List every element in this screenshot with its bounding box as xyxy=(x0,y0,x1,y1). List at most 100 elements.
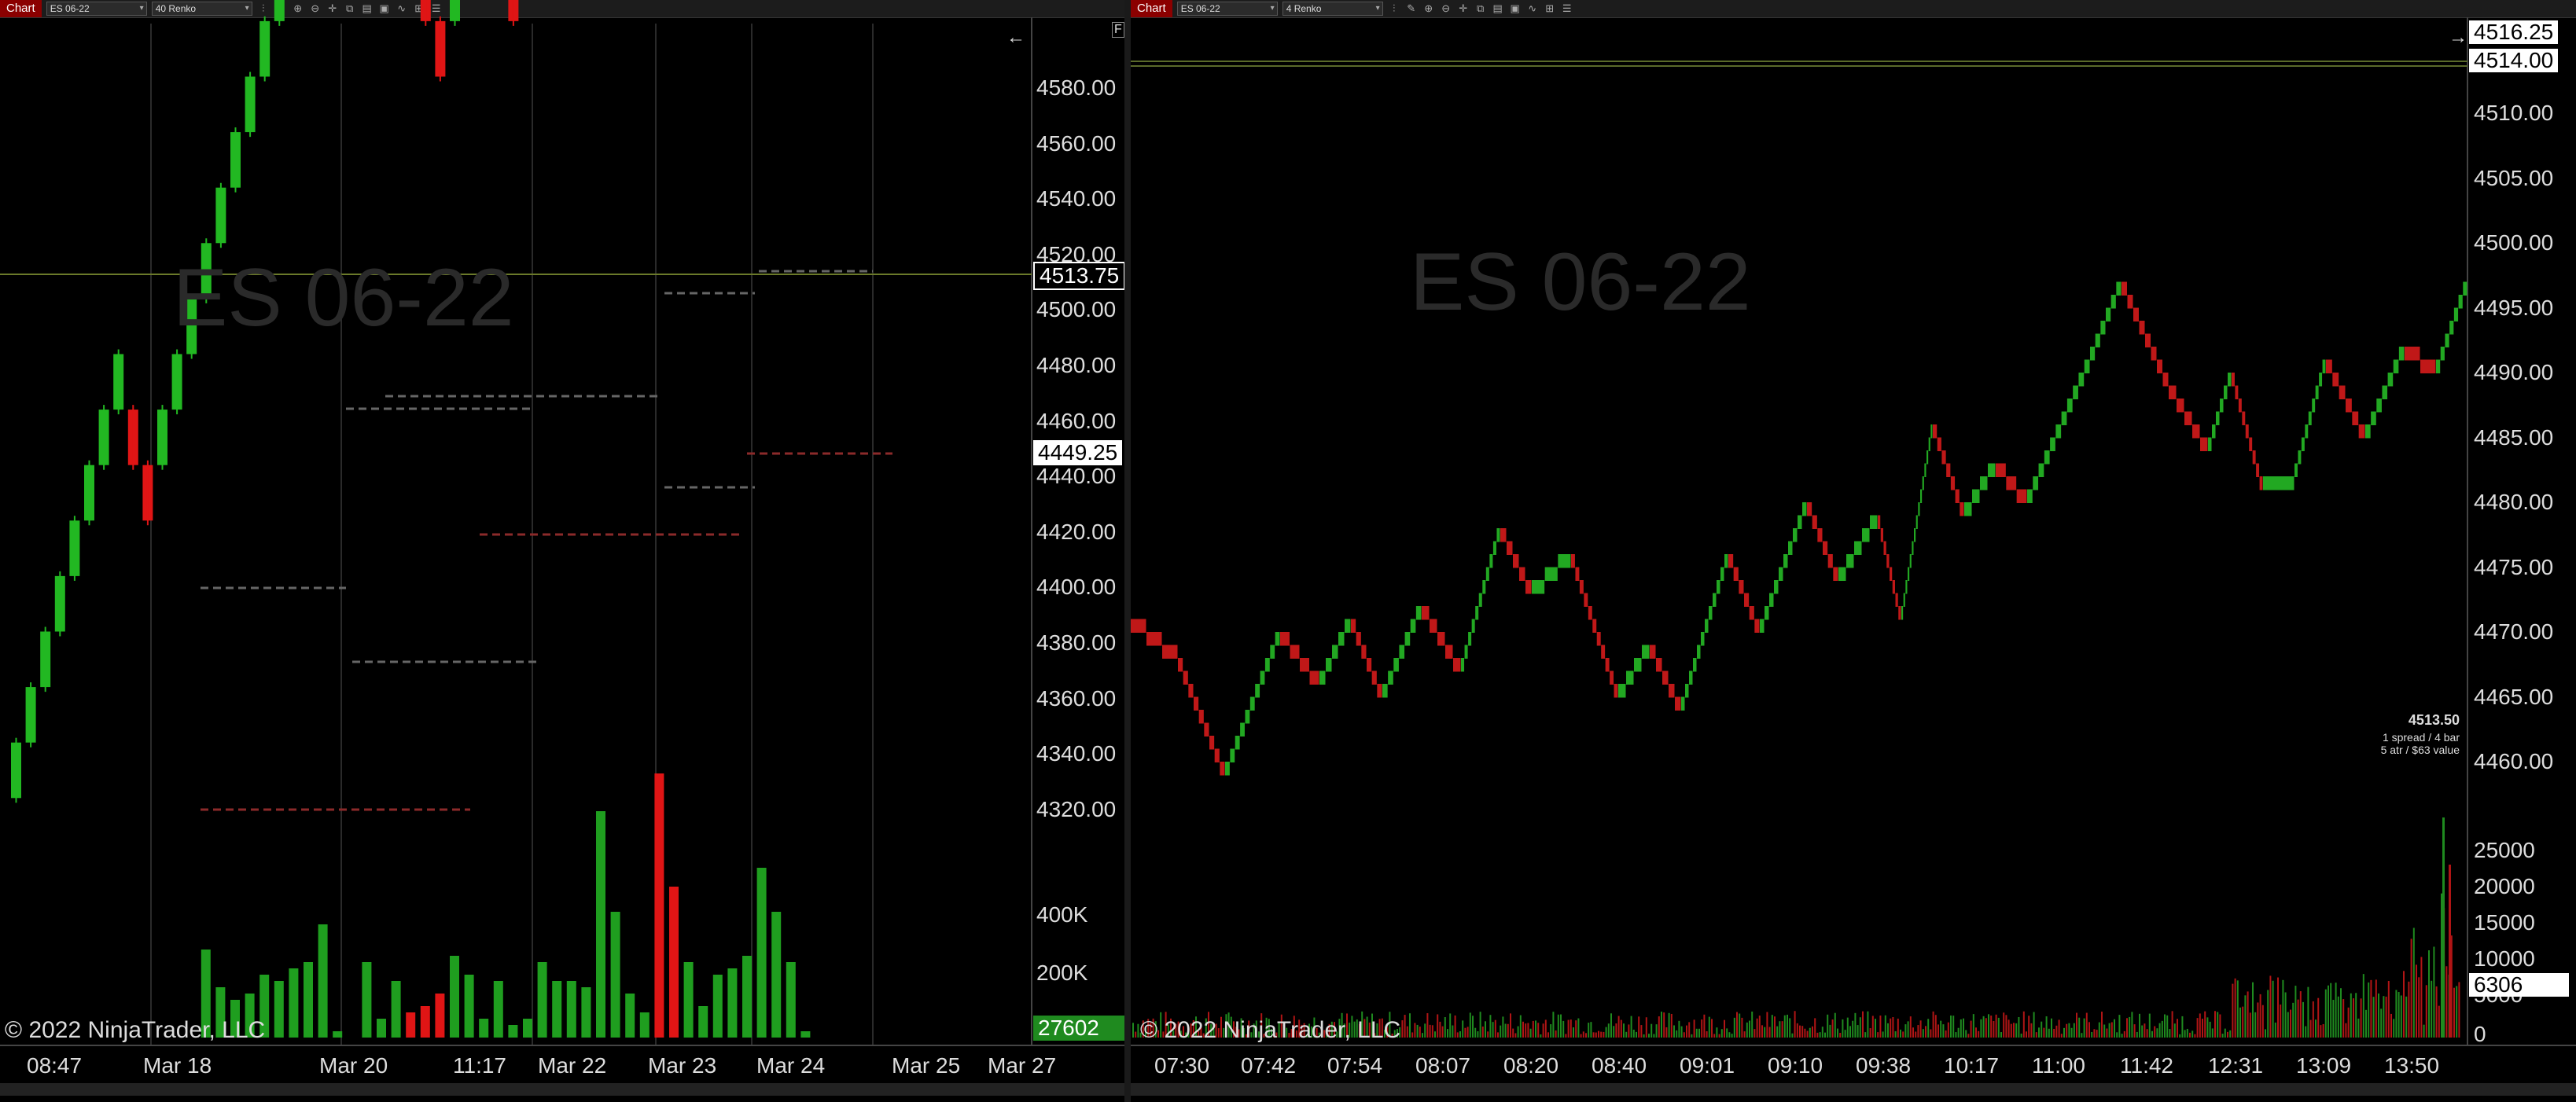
volume-bar xyxy=(318,924,328,1038)
renko-brick xyxy=(2352,411,2359,425)
volume-bar xyxy=(2098,1022,2100,1038)
renko-brick xyxy=(1920,489,1923,503)
volume-bar xyxy=(1932,1011,1934,1038)
left-chart-canvas[interactable] xyxy=(0,0,1124,1102)
renko-brick xyxy=(1415,606,1422,620)
renko-brick xyxy=(2216,411,2220,425)
renko-brick xyxy=(2016,489,2027,503)
volume-bar xyxy=(1877,1032,1879,1038)
panel-divider[interactable] xyxy=(1124,0,1131,1102)
arrow-left-icon[interactable]: ← xyxy=(1006,27,1025,49)
volume-bar xyxy=(2161,1020,2163,1038)
renko-brick xyxy=(1846,554,1854,568)
volume-bar xyxy=(1794,1011,1796,1038)
renko-brick xyxy=(2371,411,2376,425)
renko-brick xyxy=(2420,359,2436,373)
time-tick: 09:01 xyxy=(1680,1053,1735,1078)
volume-bar xyxy=(2010,1023,2012,1038)
volume-bar xyxy=(1831,1019,1834,1038)
volume-bar xyxy=(2236,980,2239,1038)
renko-brick xyxy=(1592,619,1597,633)
renko-brick xyxy=(1188,684,1194,698)
volume-bar xyxy=(1940,1020,1942,1038)
volume-bar xyxy=(1764,1027,1766,1038)
volume-bar xyxy=(1771,1015,1773,1038)
renko-brick xyxy=(1382,684,1388,698)
scrollbar[interactable] xyxy=(0,1083,1124,1096)
renko-brick xyxy=(2301,437,2305,451)
renko-brick xyxy=(2228,373,2232,387)
renko-brick xyxy=(2162,373,2169,387)
scrollbar[interactable] xyxy=(1131,1083,2576,1096)
volume-bar xyxy=(1887,1023,1889,1038)
renko-brick xyxy=(1739,580,1744,594)
renko-brick xyxy=(2445,333,2449,347)
volume-bar xyxy=(1988,1014,1989,1038)
renko-brick xyxy=(2326,359,2332,373)
renko-brick xyxy=(1471,619,1475,633)
volume-bar xyxy=(1431,1025,1433,1038)
renko-brick xyxy=(2006,476,2017,490)
renko-brick xyxy=(1980,476,1988,490)
renko-brick xyxy=(2252,450,2256,465)
renko-brick xyxy=(2263,476,2294,490)
price-tick: 4320.00 xyxy=(1036,796,1117,821)
top-price-flag: 4516.25 xyxy=(2469,20,2559,44)
renko-brick xyxy=(2208,437,2212,451)
volume-bar xyxy=(1688,1022,1691,1038)
volume-bar xyxy=(2302,1001,2304,1038)
renko-brick xyxy=(1453,658,1461,672)
volume-bar xyxy=(1582,1031,1584,1038)
renko-brick xyxy=(1955,489,1960,503)
volume-bar xyxy=(1827,1014,1829,1038)
renko-brick xyxy=(1798,515,1802,529)
renko-brick xyxy=(1579,580,1584,594)
right-chart-canvas[interactable] xyxy=(1131,0,2576,1102)
renko-brick xyxy=(1915,515,1918,529)
volume-bar xyxy=(1884,1015,1886,1038)
renko-brick xyxy=(1788,541,1793,555)
volume-bar xyxy=(2290,1009,2291,1038)
renko-brick xyxy=(1478,593,1482,607)
price-tick: 4440.00 xyxy=(1036,464,1117,489)
renko-brick xyxy=(2315,385,2319,399)
volume-bar xyxy=(2438,1005,2440,1038)
volume-bar xyxy=(1864,1032,1867,1038)
renko-brick xyxy=(2382,385,2388,399)
volume-bar xyxy=(1409,1013,1411,1038)
volume-bar xyxy=(1993,1021,1995,1038)
volume-bar xyxy=(1957,1027,1960,1038)
volume-bar xyxy=(1718,1034,1720,1038)
price-tick: 4400.00 xyxy=(1036,575,1117,600)
arrow-right-icon[interactable]: → xyxy=(2449,27,2467,49)
renko-brick xyxy=(1332,645,1338,659)
volume-bar xyxy=(2398,992,2400,1038)
volume-bar xyxy=(2442,817,2445,1038)
volume-bar xyxy=(1791,1033,1794,1038)
volume-bar xyxy=(362,962,372,1038)
volume-bar xyxy=(2257,1002,2259,1038)
renko-brick xyxy=(1669,684,1675,698)
renko-brick xyxy=(2319,373,2323,387)
renko-brick xyxy=(1930,424,1933,439)
volume-bar xyxy=(1600,1031,1603,1038)
renko-brick xyxy=(1926,450,1929,465)
volume-bar xyxy=(2068,1023,2070,1038)
left-chart-panel[interactable]: Chart ES 06-22 40 Renko ⫶ ✎ ⊕ ⊖ ✛ ⧉ ▤ ▣ … xyxy=(0,0,1133,1102)
volume-bar xyxy=(2078,1017,2081,1038)
volume-bar xyxy=(1837,1028,1838,1038)
volume-bar xyxy=(1663,1012,1665,1038)
right-chart-panel[interactable]: Chart ES 06-22 4 Renko ⫶ ✎ ⊕ ⊖ ✛ ⧉ ▤ ▣ ∿… xyxy=(1131,0,2576,1102)
volume-bar xyxy=(2322,1023,2324,1038)
volume-bar xyxy=(2076,1012,2077,1038)
volume-bar xyxy=(1930,1029,1932,1038)
f-button[interactable]: F xyxy=(1112,22,1124,38)
volume-tick: 0 xyxy=(2474,1022,2486,1046)
volume-bar xyxy=(2324,989,2327,1038)
volume-bar xyxy=(1519,1015,1522,1038)
volume-bar xyxy=(1716,1027,1718,1038)
volume-bar xyxy=(1645,1017,1647,1038)
renko-brick xyxy=(1823,541,1828,555)
volume-bar xyxy=(2060,1034,2063,1038)
volume-bar xyxy=(2393,1019,2395,1038)
